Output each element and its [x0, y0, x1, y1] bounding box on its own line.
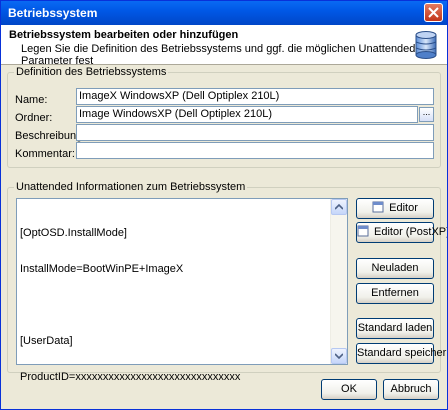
title-bar[interactable]: Betriebssystem — [1, 1, 447, 25]
arrow-up-icon — [335, 204, 343, 210]
browse-folder-button[interactable]: ... — [419, 107, 434, 122]
dialog-window: Betriebssystem Betriebssystem bearbeiten… — [0, 0, 448, 410]
editor-postxp-icon — [357, 225, 369, 237]
unattended-line: ​ — [20, 299, 240, 311]
remove-button[interactable]: Entfernen — [356, 283, 434, 304]
dialog-header: Betriebssystem bearbeiten oder hinzufüge… — [1, 25, 447, 67]
header-title: Betriebssystem bearbeiten oder hinzufüge… — [9, 29, 239, 41]
database-icon — [415, 31, 437, 59]
editor-icon — [372, 201, 384, 213]
save-default-button[interactable]: Standard speichern — [356, 343, 447, 364]
ok-button[interactable]: OK — [321, 379, 377, 400]
header-subtitle: Legen Sie die Definition des Betriebssys… — [21, 43, 416, 67]
definition-legend: Definition des Betriebssystems — [14, 66, 169, 78]
editor-postxp-button[interactable]: Editor (PostXP) — [356, 222, 447, 243]
folder-label: Ordner: — [15, 112, 53, 124]
arrow-down-icon — [335, 353, 343, 359]
window-title: Betriebssystem — [8, 6, 98, 20]
unattended-text: [OptOSD.InstallMode] InstallMode=BootWin… — [20, 203, 240, 407]
load-default-button[interactable]: Standard laden — [356, 318, 434, 339]
name-field[interactable]: ImageX WindowsXP (Dell Optiplex 210L) — [76, 88, 434, 105]
cancel-button[interactable]: Abbruch — [383, 379, 439, 400]
unattended-legend: Unattended Informationen zum Betriebssys… — [14, 181, 248, 193]
unattended-group: Unattended Informationen zum Betriebssys… — [7, 181, 447, 383]
close-icon — [428, 7, 439, 18]
comment-field[interactable] — [76, 142, 434, 159]
editor-button[interactable]: Editor — [356, 198, 434, 219]
vertical-scrollbar[interactable] — [330, 199, 347, 364]
comment-label: Kommentar: — [15, 148, 75, 160]
unattended-editor[interactable]: [OptOSD.InstallMode] InstallMode=BootWin… — [16, 198, 348, 383]
unattended-line: [OptOSD.InstallMode] — [20, 227, 127, 239]
folder-field[interactable]: Image WindowsXP (Dell Optiplex 210L) — [76, 106, 418, 123]
description-field[interactable] — [76, 124, 434, 141]
scroll-up-button[interactable] — [331, 199, 347, 215]
scroll-down-button[interactable] — [331, 348, 347, 364]
reload-button[interactable]: Neuladen — [356, 258, 434, 279]
description-label: Beschreibung: — [15, 130, 86, 142]
close-button[interactable] — [424, 3, 443, 22]
editor-button-label: Editor — [389, 202, 418, 214]
definition-group: Definition des Betriebssystems Name: Ima… — [7, 66, 441, 168]
name-label: Name: — [15, 94, 48, 106]
unattended-line: InstallMode=BootWinPE+ImageX — [20, 263, 184, 275]
unattended-line: ProductID=xxxxxxxxxxxxxxxxxxxxxxxxxxxxxx — [20, 371, 241, 383]
unattended-line: [UserData] — [20, 335, 73, 347]
editor-postxp-button-label: Editor (PostXP) — [374, 226, 448, 238]
